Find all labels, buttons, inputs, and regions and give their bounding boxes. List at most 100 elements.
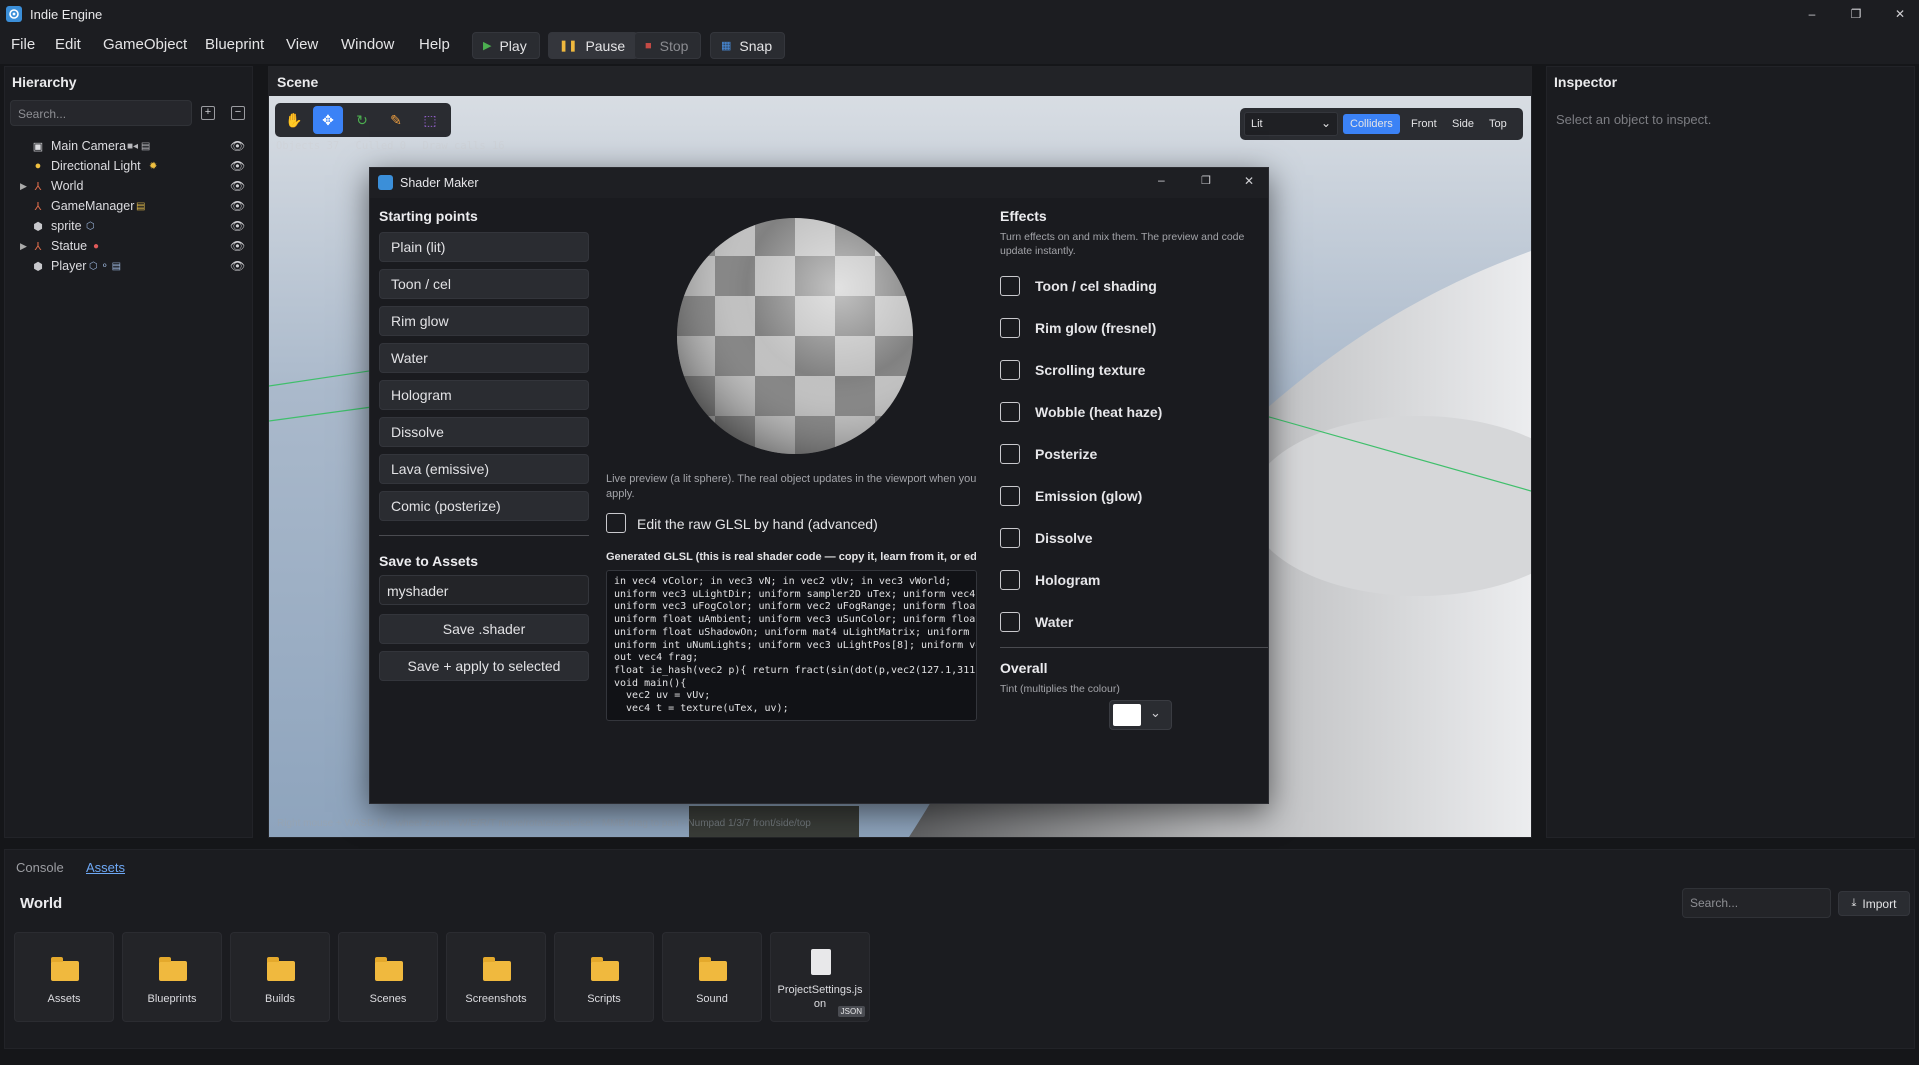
hand-tool-icon[interactable]: ✋ [279, 106, 309, 134]
visibility-eye-icon[interactable]: 👁 [230, 179, 245, 193]
front-view-button[interactable]: Front [1404, 114, 1444, 134]
checkbox[interactable] [1000, 402, 1020, 422]
visibility-eye-icon[interactable]: 👁 [230, 139, 245, 153]
restore-icon[interactable]: ❐ [1834, 0, 1878, 28]
effect-hologram[interactable]: Hologram [1000, 568, 1100, 592]
colliders-toggle[interactable]: Colliders [1343, 114, 1400, 134]
hierarchy-search-input[interactable]: Search... [10, 100, 192, 126]
effect-scrolling-texture[interactable]: Scrolling texture [1000, 358, 1145, 382]
visibility-eye-icon[interactable]: 👁 [230, 219, 245, 233]
rotate-tool-icon[interactable]: ↻ [347, 106, 377, 134]
collapse-all-icon[interactable]: − [231, 106, 245, 120]
glsl-code-view[interactable]: in vec4 vColor; in vec3 vN; in vec2 vUv;… [606, 570, 977, 721]
preset-lava-emissive[interactable]: Lava (emissive) [379, 454, 589, 484]
asset-folder-sound[interactable]: Sound [662, 932, 762, 1022]
stop-button[interactable]: ■ Stop [634, 32, 702, 59]
preset-hologram[interactable]: Hologram [379, 380, 589, 410]
play-label: Play [499, 37, 527, 54]
visibility-eye-icon[interactable]: 👁 [230, 199, 245, 213]
move-tool-icon[interactable]: ✥ [313, 106, 343, 134]
menu-edit[interactable]: Edit [55, 36, 81, 53]
effect-water[interactable]: Water [1000, 610, 1073, 634]
hierarchy-item-directional-light[interactable]: ● Directional Light ✹ 👁 [4, 156, 249, 176]
hierarchy-item-gamemanager[interactable]: ⅄ GameManager ▤ 👁 [4, 196, 249, 216]
save-shader-button[interactable]: Save .shader [379, 614, 589, 644]
dialog-maximize-icon[interactable]: ❐ [1201, 174, 1211, 187]
tab-console[interactable]: Console [16, 860, 64, 875]
preset-plain-lit[interactable]: Plain (lit) [379, 232, 589, 262]
asset-folder-blueprints[interactable]: Blueprints [122, 932, 222, 1022]
checkbox[interactable] [1000, 360, 1020, 380]
hierarchy-search-placeholder: Search... [18, 107, 67, 121]
shading-mode-select[interactable]: Lit ⌄ [1244, 112, 1338, 136]
effect-toon-cel-shading[interactable]: Toon / cel shading [1000, 274, 1157, 298]
expand-arrow-icon[interactable]: ▶ [20, 181, 27, 192]
hierarchy-item-label: Directional Light [51, 159, 141, 173]
assets-search-input[interactable]: Search... [1682, 888, 1831, 918]
effect-label: Toon / cel shading [1035, 278, 1157, 294]
preset-toon-cel[interactable]: Toon / cel [379, 269, 589, 299]
snap-button[interactable]: ▦ Snap [710, 32, 786, 59]
asset-folder-scenes[interactable]: Scenes [338, 932, 438, 1022]
hierarchy-item-statue[interactable]: ▶ ⅄ Statue ● 👁 [4, 236, 249, 256]
asset-folder-screenshots[interactable]: Screenshots [446, 932, 546, 1022]
effect-dissolve[interactable]: Dissolve [1000, 526, 1093, 550]
asset-folder-scripts[interactable]: Scripts [554, 932, 654, 1022]
hierarchy-item-player[interactable]: ⬢ Player ⬡ ⚬ ▤ 👁 [4, 256, 249, 276]
edit-raw-glsl-checkbox[interactable] [606, 513, 626, 533]
tab-assets[interactable]: Assets [86, 860, 125, 875]
hierarchy-item-world[interactable]: ▶ ⅄ World 👁 [4, 176, 249, 196]
menu-bar: File Edit GameObject Blueprint View Wind… [0, 28, 1919, 64]
visibility-eye-icon[interactable]: 👁 [230, 259, 245, 273]
folder-icon [159, 957, 187, 981]
effect-emission[interactable]: Emission (glow) [1000, 484, 1142, 508]
save-apply-button[interactable]: Save + apply to selected [379, 651, 589, 681]
hierarchy-item-sprite[interactable]: ⬢ sprite ⬡ 👁 [4, 216, 249, 236]
effect-rim-glow[interactable]: Rim glow (fresnel) [1000, 316, 1156, 340]
preset-rim-glow[interactable]: Rim glow [379, 306, 589, 336]
effect-wobble[interactable]: Wobble (heat haze) [1000, 400, 1162, 424]
menu-file[interactable]: File [11, 36, 35, 53]
preset-water[interactable]: Water [379, 343, 589, 373]
menu-gameobject[interactable]: GameObject [103, 36, 187, 53]
tint-color-picker[interactable]: ⌄ [1109, 700, 1172, 730]
checkbox[interactable] [1000, 486, 1020, 506]
checkbox[interactable] [1000, 528, 1020, 548]
menu-help[interactable]: Help [419, 36, 450, 53]
visibility-eye-icon[interactable]: 👁 [230, 239, 245, 253]
code-line: void main(){ [614, 677, 687, 689]
checkbox[interactable] [1000, 612, 1020, 632]
import-button[interactable]: ⤓ Import [1838, 891, 1910, 916]
hierarchy-item-main-camera[interactable]: ▣ Main Camera ■◂ ▤ 👁 [4, 136, 249, 156]
close-icon[interactable]: ✕ [1878, 0, 1919, 28]
menu-window[interactable]: Window [341, 36, 394, 53]
visibility-eye-icon[interactable]: 👁 [230, 159, 245, 173]
top-view-button[interactable]: Top [1482, 114, 1514, 134]
dialog-minimize-icon[interactable]: – [1158, 173, 1165, 187]
play-button[interactable]: ▶ Play [472, 32, 540, 59]
inspector-panel [1546, 66, 1915, 838]
shader-name-input[interactable]: myshader [379, 575, 589, 605]
checkbox[interactable] [1000, 570, 1020, 590]
effect-posterize[interactable]: Posterize [1000, 442, 1097, 466]
select-tool-icon[interactable]: ⬚ [415, 106, 445, 134]
divider [379, 535, 589, 536]
side-view-button[interactable]: Side [1445, 114, 1481, 134]
expand-arrow-icon[interactable]: ▶ [20, 241, 27, 252]
checkbox[interactable] [1000, 444, 1020, 464]
asset-file-project-settings[interactable]: ProjectSettings.json JSON [770, 932, 870, 1022]
expand-all-icon[interactable]: + [201, 106, 215, 120]
checkbox[interactable] [1000, 318, 1020, 338]
menu-view[interactable]: View [286, 36, 318, 53]
paint-tool-icon[interactable]: ✎ [381, 106, 411, 134]
preset-dissolve[interactable]: Dissolve [379, 417, 589, 447]
title-bar: Indie Engine – ❐ ✕ [0, 0, 1919, 28]
asset-folder-assets[interactable]: Assets [14, 932, 114, 1022]
dialog-close-icon[interactable]: ✕ [1244, 174, 1254, 188]
checkbox[interactable] [1000, 276, 1020, 296]
menu-blueprint[interactable]: Blueprint [205, 36, 264, 53]
minimize-icon[interactable]: – [1790, 0, 1834, 28]
asset-folder-builds[interactable]: Builds [230, 932, 330, 1022]
preset-comic-posterize[interactable]: Comic (posterize) [379, 491, 589, 521]
pause-button[interactable]: ❚❚ Pause [548, 32, 639, 59]
